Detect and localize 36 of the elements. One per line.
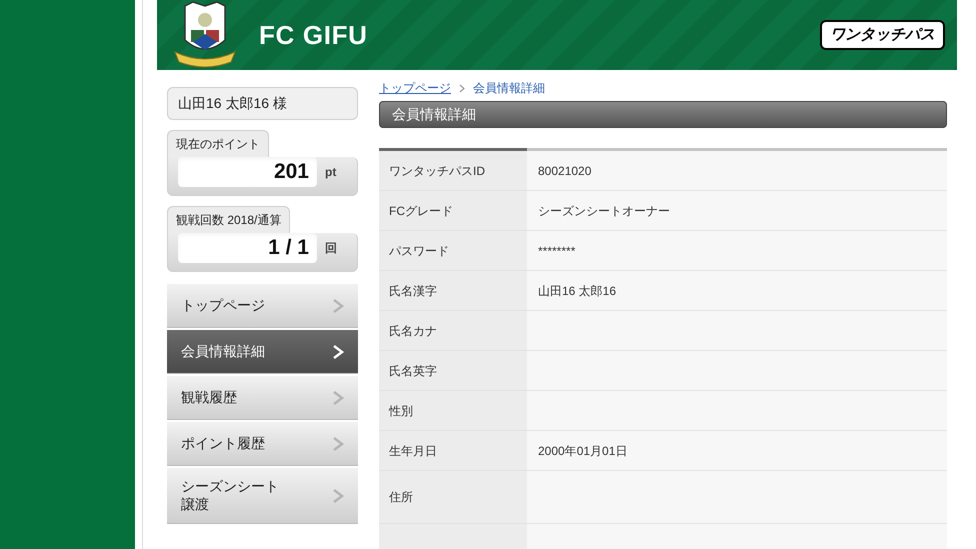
club-name: FC GIFU [259,18,368,52]
sidebar-menu-item[interactable]: シーズンシート譲渡 [167,468,358,524]
crest-logo-icon [171,0,239,70]
sidebar-menu-item[interactable]: 会員情報詳細 [167,330,358,374]
breadcrumb-link[interactable]: トップページ [379,79,451,97]
field-label: FCグレード [379,191,527,230]
chevron-icon [332,298,344,312]
field-value: 2000年01月01日 [527,431,947,470]
chevron-icon [332,436,344,450]
field-value: ******** [527,231,947,270]
sidebar-menu-item[interactable]: トップページ [167,284,358,328]
stat-unit: pt [325,164,338,181]
user-name-box: 山田16 太郎16 様 [167,87,358,120]
stat-unit: 回 [325,240,338,257]
field-label: 性別 [379,391,527,430]
service-logo: ワンタッチパス [820,20,945,50]
field-label: 生年月日 [379,431,527,470]
chevron-icon [332,390,344,404]
field-label: 氏名英字 [379,351,527,390]
breadcrumb-current: 会員情報詳細 [473,80,545,97]
field-value: 80021020 [527,151,947,190]
page-title-bar: 会員情報詳細 [379,101,947,128]
chevron-icon [332,344,344,358]
field-label: パスワード [379,231,527,270]
field-label: 住所 [379,471,527,523]
sidebar-menu-item[interactable]: ポイント履歴 [167,422,358,466]
field-label: ワンタッチパスID [379,151,527,190]
field-label: 氏名漢字 [379,271,527,310]
chevron-icon [459,84,465,92]
sidebar-menu-item[interactable]: 観戦履歴 [167,376,358,420]
stat-value: 201 [178,157,317,187]
field-value: シーズンシートオーナー [527,191,947,230]
field-label: 氏名カナ [379,311,527,350]
field-value: 山田16 太郎16 [527,271,947,310]
chevron-icon [332,488,344,502]
stat-value: 1 / 1 [178,233,317,263]
